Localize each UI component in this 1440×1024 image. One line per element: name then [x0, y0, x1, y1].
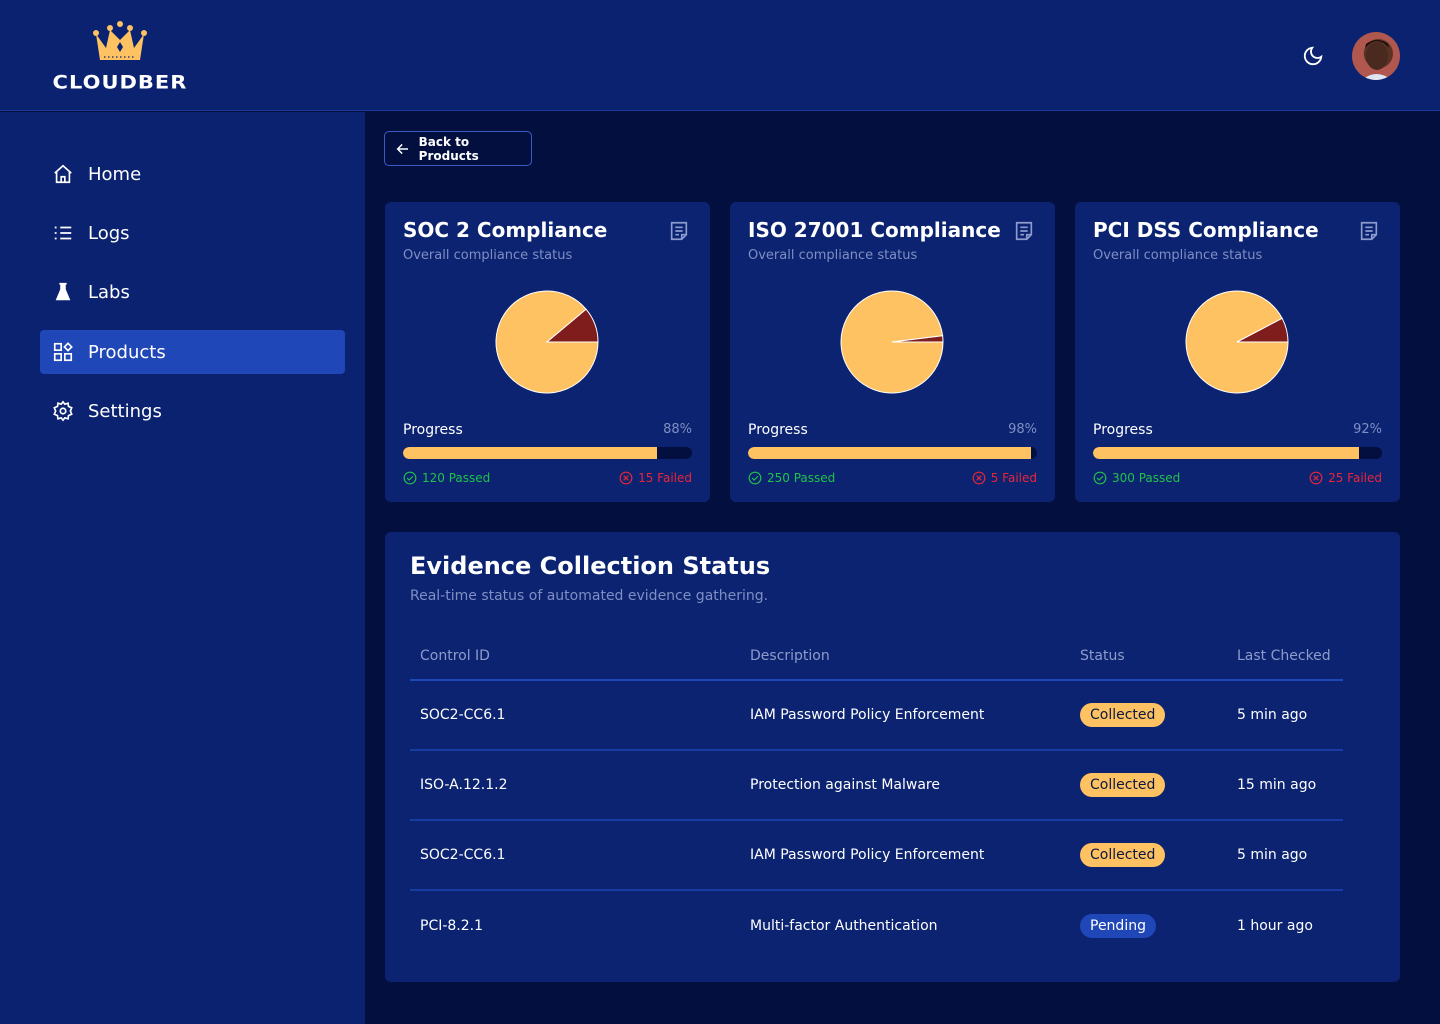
progress-value: 88% — [663, 422, 692, 437]
list-icon — [54, 226, 72, 240]
progress-label: Progress — [403, 422, 463, 438]
compliance-pie-chart — [495, 290, 599, 394]
status-cell: Collected — [1070, 680, 1227, 751]
evidence-title: Evidence Collection Status — [410, 552, 771, 580]
status-badge: Collected — [1080, 703, 1166, 727]
crown-icon — [93, 21, 147, 60]
x-circle-icon — [972, 471, 986, 485]
control-id: SOC2-CC6.1 — [410, 680, 740, 751]
moon-icon[interactable] — [1302, 45, 1324, 67]
control-description: Protection against Malware — [740, 750, 1070, 821]
x-circle-icon — [619, 471, 633, 485]
progress-bar — [1093, 447, 1382, 459]
brand-logo[interactable]: CLOUDBER — [40, 20, 200, 94]
column-header: Description — [740, 632, 1070, 681]
progress-bar — [403, 447, 692, 459]
x-circle-icon — [1309, 471, 1323, 485]
grid-icon — [53, 342, 73, 362]
progress-label: Progress — [748, 422, 808, 438]
last-checked: 1 hour ago — [1237, 917, 1313, 934]
progress-fill — [403, 447, 658, 459]
user-avatar[interactable] — [1352, 32, 1400, 80]
evidence-table: Control ID Description Status Last Check… — [410, 632, 1343, 960]
passed-count: 120 Passed — [403, 471, 490, 485]
status-cell: Collected — [1070, 820, 1227, 891]
card-subtitle: Overall compliance status — [403, 248, 573, 263]
table-row: ISO-A.12.1.2 Protection against Malware … — [410, 750, 1343, 821]
check-circle-icon — [748, 471, 762, 485]
sidebar-item-label: Home — [88, 163, 142, 185]
status-badge: Pending — [1080, 913, 1156, 938]
sidebar-item-home[interactable]: Home — [40, 152, 345, 196]
document-icon[interactable] — [1358, 220, 1380, 242]
progress-fill — [748, 447, 1032, 459]
card-title: PCI DSS Compliance — [1093, 218, 1319, 242]
control-description: IAM Password Policy Enforcement — [740, 820, 1070, 891]
compliance-card: PCI DSS Compliance Overall compliance st… — [1075, 202, 1400, 502]
sidebar-item-products[interactable]: Products — [40, 330, 345, 374]
gear-icon — [53, 400, 73, 422]
sidebar: Home Logs Labs Products Settings — [0, 112, 365, 1024]
table-row: SOC2-CC6.1 IAM Password Policy Enforceme… — [410, 820, 1343, 891]
check-circle-icon — [1093, 471, 1107, 485]
failed-count: 5 Failed — [972, 471, 1037, 485]
progress-label: Progress — [1093, 422, 1153, 438]
sidebar-item-label: Logs — [88, 222, 130, 244]
evidence-subtitle: Real-time status of automated evidence g… — [410, 588, 769, 604]
home-icon — [54, 164, 72, 184]
status-badge: Collected — [1080, 843, 1166, 867]
status-cell: Pending — [1070, 890, 1227, 960]
top-header: CLOUDBER — [0, 0, 1440, 111]
card-title: ISO 27001 Compliance — [748, 218, 1001, 242]
failed-count: 25 Failed — [1309, 471, 1382, 485]
back-button-label: Back to Products — [418, 134, 479, 163]
last-checked: 15 min ago — [1227, 750, 1343, 821]
sidebar-item-settings[interactable]: Settings — [40, 389, 345, 433]
progress-fill — [1093, 447, 1359, 459]
status-cell: Collected — [1070, 750, 1227, 821]
document-icon[interactable] — [1013, 220, 1035, 242]
back-to-products-button[interactable]: Back to Products — [384, 131, 532, 166]
sidebar-item-label: Labs — [88, 281, 130, 303]
passed-count: 250 Passed — [748, 471, 835, 485]
table-row: SOC2-CC6.1 IAM Password Policy Enforceme… — [410, 680, 1343, 751]
table-row: PCI-8.2.1 Multi-factor Authentication Pe… — [410, 890, 1343, 960]
column-header: Control ID — [410, 632, 740, 681]
column-header: Status — [1070, 632, 1227, 681]
check-circle-icon — [403, 471, 417, 485]
compliance-card: ISO 27001 Compliance Overall compliance … — [730, 202, 1055, 502]
progress-bar — [748, 447, 1037, 459]
compliance-pie-chart — [840, 290, 944, 394]
card-subtitle: Overall compliance status — [748, 248, 918, 263]
failed-count: 15 Failed — [619, 471, 692, 485]
compliance-card: SOC 2 Compliance Overall compliance stat… — [385, 202, 710, 502]
control-id: SOC2-CC6.1 — [410, 820, 740, 891]
progress-value: 98% — [1008, 422, 1037, 437]
progress-value: 92% — [1353, 422, 1382, 437]
control-description: Multi-factor Authentication — [750, 917, 938, 934]
sidebar-item-labs[interactable]: Labs — [40, 270, 345, 314]
control-id: ISO-A.12.1.2 — [410, 750, 740, 821]
last-checked: 5 min ago — [1227, 820, 1343, 891]
flask-icon — [55, 282, 71, 301]
arrow-left-icon — [396, 143, 409, 154]
document-icon[interactable] — [668, 220, 690, 242]
last-checked: 5 min ago — [1227, 680, 1343, 751]
card-subtitle: Overall compliance status — [1093, 248, 1263, 263]
status-badge: Collected — [1080, 773, 1166, 797]
sidebar-item-logs[interactable]: Logs — [40, 211, 345, 255]
sidebar-item-label: Settings — [88, 400, 162, 422]
sidebar-item-label: Products — [88, 341, 166, 363]
card-title: SOC 2 Compliance — [403, 218, 608, 242]
evidence-collection-panel: Evidence Collection Status Real-time sta… — [385, 532, 1400, 982]
control-id: PCI-8.2.1 — [420, 917, 484, 934]
column-header: Last Checked — [1227, 632, 1343, 681]
compliance-pie-chart — [1185, 290, 1289, 394]
brand-name: CLOUDBER — [52, 71, 188, 93]
control-description: IAM Password Policy Enforcement — [740, 680, 1070, 751]
passed-count: 300 Passed — [1093, 471, 1180, 485]
